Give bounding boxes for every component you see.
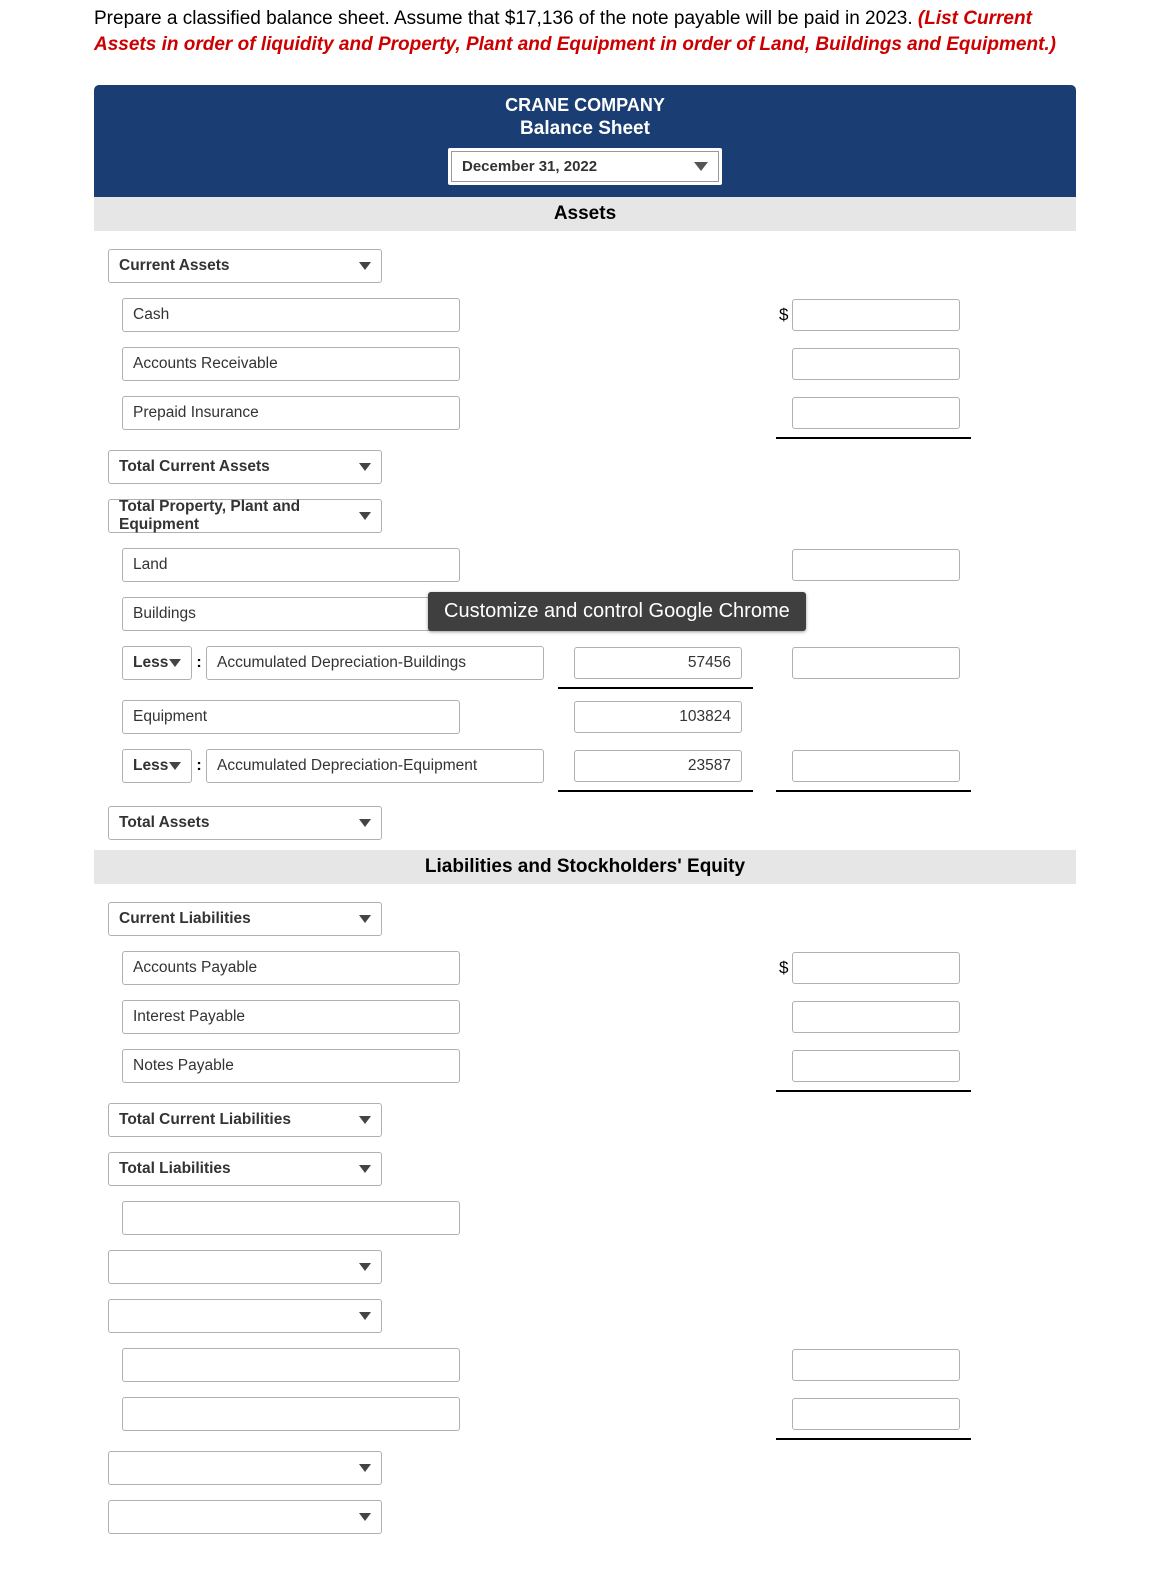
- num-value: 103824: [679, 708, 731, 726]
- dd-label: Total Assets: [119, 814, 209, 832]
- num-value: 23587: [688, 757, 731, 775]
- num-value: 57456: [688, 654, 731, 672]
- underline: [558, 790, 753, 792]
- txt-label: Cash: [133, 306, 169, 324]
- txt-prepaid[interactable]: Prepaid Insurance: [122, 396, 460, 430]
- chevron-down-icon: [359, 1312, 371, 1320]
- chevron-down-icon: [359, 1165, 371, 1173]
- dd-empty-4[interactable]: [108, 1500, 382, 1534]
- txt-empty-3[interactable]: [122, 1397, 460, 1431]
- chevron-down-icon: [359, 1513, 371, 1521]
- chevron-down-icon: [694, 162, 708, 171]
- txt-buildings[interactable]: Buildings: [122, 597, 460, 631]
- lse-section-header: Liabilities and Stockholders' Equity: [94, 850, 1076, 884]
- chrome-tooltip: Customize and control Google Chrome: [428, 592, 806, 631]
- underline: [776, 437, 971, 439]
- chevron-down-icon: [359, 1263, 371, 1271]
- dd-label: Less: [133, 757, 168, 775]
- txt-empty-2[interactable]: [122, 1348, 460, 1382]
- dd-less-1[interactable]: Less: [122, 646, 192, 680]
- num-land[interactable]: [792, 549, 960, 581]
- txt-label: Interest Payable: [133, 1008, 245, 1026]
- txt-ad-buildings[interactable]: Accumulated Depreciation-Buildings: [206, 646, 544, 680]
- txt-label: Accounts Payable: [133, 959, 257, 977]
- dd-empty-2[interactable]: [108, 1299, 382, 1333]
- txt-ap[interactable]: Accounts Payable: [122, 951, 460, 985]
- date-select[interactable]: December 31, 2022: [451, 151, 719, 182]
- dd-total-liab[interactable]: Total Liabilities: [108, 1152, 382, 1186]
- underline: [558, 687, 753, 689]
- num-equipment-net[interactable]: [792, 750, 960, 782]
- txt-land[interactable]: Land: [122, 548, 460, 582]
- chevron-down-icon: [359, 262, 371, 270]
- dd-less-2[interactable]: Less: [122, 749, 192, 783]
- dd-total-ca[interactable]: Total Current Assets: [108, 450, 382, 484]
- txt-label: Land: [133, 556, 167, 574]
- num-empty-2[interactable]: [792, 1398, 960, 1430]
- dd-total-ppe[interactable]: Total Property, Plant and Equipment: [108, 499, 382, 533]
- txt-label: Accumulated Depreciation-Equipment: [217, 757, 477, 775]
- num-cash[interactable]: [792, 299, 960, 331]
- chevron-down-icon: [359, 463, 371, 471]
- num-prepaid[interactable]: [792, 397, 960, 429]
- txt-label: Prepaid Insurance: [133, 404, 259, 422]
- dd-label: Total Liabilities: [119, 1160, 231, 1178]
- dd-label: Total Current Liabilities: [119, 1111, 291, 1129]
- dd-empty-1[interactable]: [108, 1250, 382, 1284]
- num-buildings-net[interactable]: [792, 647, 960, 679]
- colon: :: [192, 654, 206, 672]
- num-ap[interactable]: [792, 952, 960, 984]
- num-notes-payable[interactable]: [792, 1050, 960, 1082]
- underline: [776, 790, 971, 792]
- chevron-down-icon: [169, 659, 181, 667]
- instructions: Prepare a classified balance sheet. Assu…: [94, 0, 1076, 57]
- dd-label: Total Property, Plant and Equipment: [119, 498, 359, 534]
- chevron-down-icon: [359, 1116, 371, 1124]
- dd-label: Current Assets: [119, 257, 230, 275]
- num-equipment[interactable]: 103824: [574, 701, 742, 733]
- txt-label: Equipment: [133, 708, 207, 726]
- assets-section-header: Assets: [94, 197, 1076, 231]
- chevron-down-icon: [359, 915, 371, 923]
- dd-total-cl[interactable]: Total Current Liabilities: [108, 1103, 382, 1137]
- txt-label: Buildings: [133, 605, 196, 623]
- txt-empty-1[interactable]: [122, 1201, 460, 1235]
- txt-cash[interactable]: Cash: [122, 298, 460, 332]
- dd-current-assets[interactable]: Current Assets: [108, 249, 382, 283]
- dd-label: Less: [133, 654, 168, 672]
- colon: :: [192, 757, 206, 775]
- sheet-title: Balance Sheet: [94, 118, 1076, 140]
- txt-ad-equipment[interactable]: Accumulated Depreciation-Equipment: [206, 749, 544, 783]
- num-ad-equipment[interactable]: 23587: [574, 750, 742, 782]
- num-interest-payable[interactable]: [792, 1001, 960, 1033]
- chevron-down-icon: [359, 1464, 371, 1472]
- underline: [776, 1090, 971, 1092]
- instructions-text: Prepare a classified balance sheet. Assu…: [94, 8, 918, 29]
- txt-label: Accounts Receivable: [133, 355, 278, 373]
- currency-symbol: $: [779, 958, 788, 978]
- chevron-down-icon: [169, 762, 181, 770]
- txt-ar[interactable]: Accounts Receivable: [122, 347, 460, 381]
- dd-label: Total Current Assets: [119, 458, 270, 476]
- txt-notes-payable[interactable]: Notes Payable: [122, 1049, 460, 1083]
- dd-current-liab[interactable]: Current Liabilities: [108, 902, 382, 936]
- dd-total-assets[interactable]: Total Assets: [108, 806, 382, 840]
- date-select-wrapper: December 31, 2022: [448, 148, 722, 185]
- chevron-down-icon: [359, 819, 371, 827]
- txt-interest-payable[interactable]: Interest Payable: [122, 1000, 460, 1034]
- underline: [776, 1438, 971, 1440]
- num-empty-1[interactable]: [792, 1349, 960, 1381]
- date-value: December 31, 2022: [462, 158, 597, 175]
- num-ar[interactable]: [792, 348, 960, 380]
- txt-label: Accumulated Depreciation-Buildings: [217, 654, 466, 672]
- txt-label: Notes Payable: [133, 1057, 234, 1075]
- dd-label: Current Liabilities: [119, 910, 251, 928]
- dd-empty-3[interactable]: [108, 1451, 382, 1485]
- chevron-down-icon: [359, 512, 371, 520]
- currency-symbol: $: [779, 305, 788, 325]
- txt-equipment[interactable]: Equipment: [122, 700, 460, 734]
- balance-sheet-header: CRANE COMPANY Balance Sheet December 31,…: [94, 85, 1076, 197]
- num-ad-buildings[interactable]: 57456: [574, 647, 742, 679]
- company-name: CRANE COMPANY: [94, 95, 1076, 116]
